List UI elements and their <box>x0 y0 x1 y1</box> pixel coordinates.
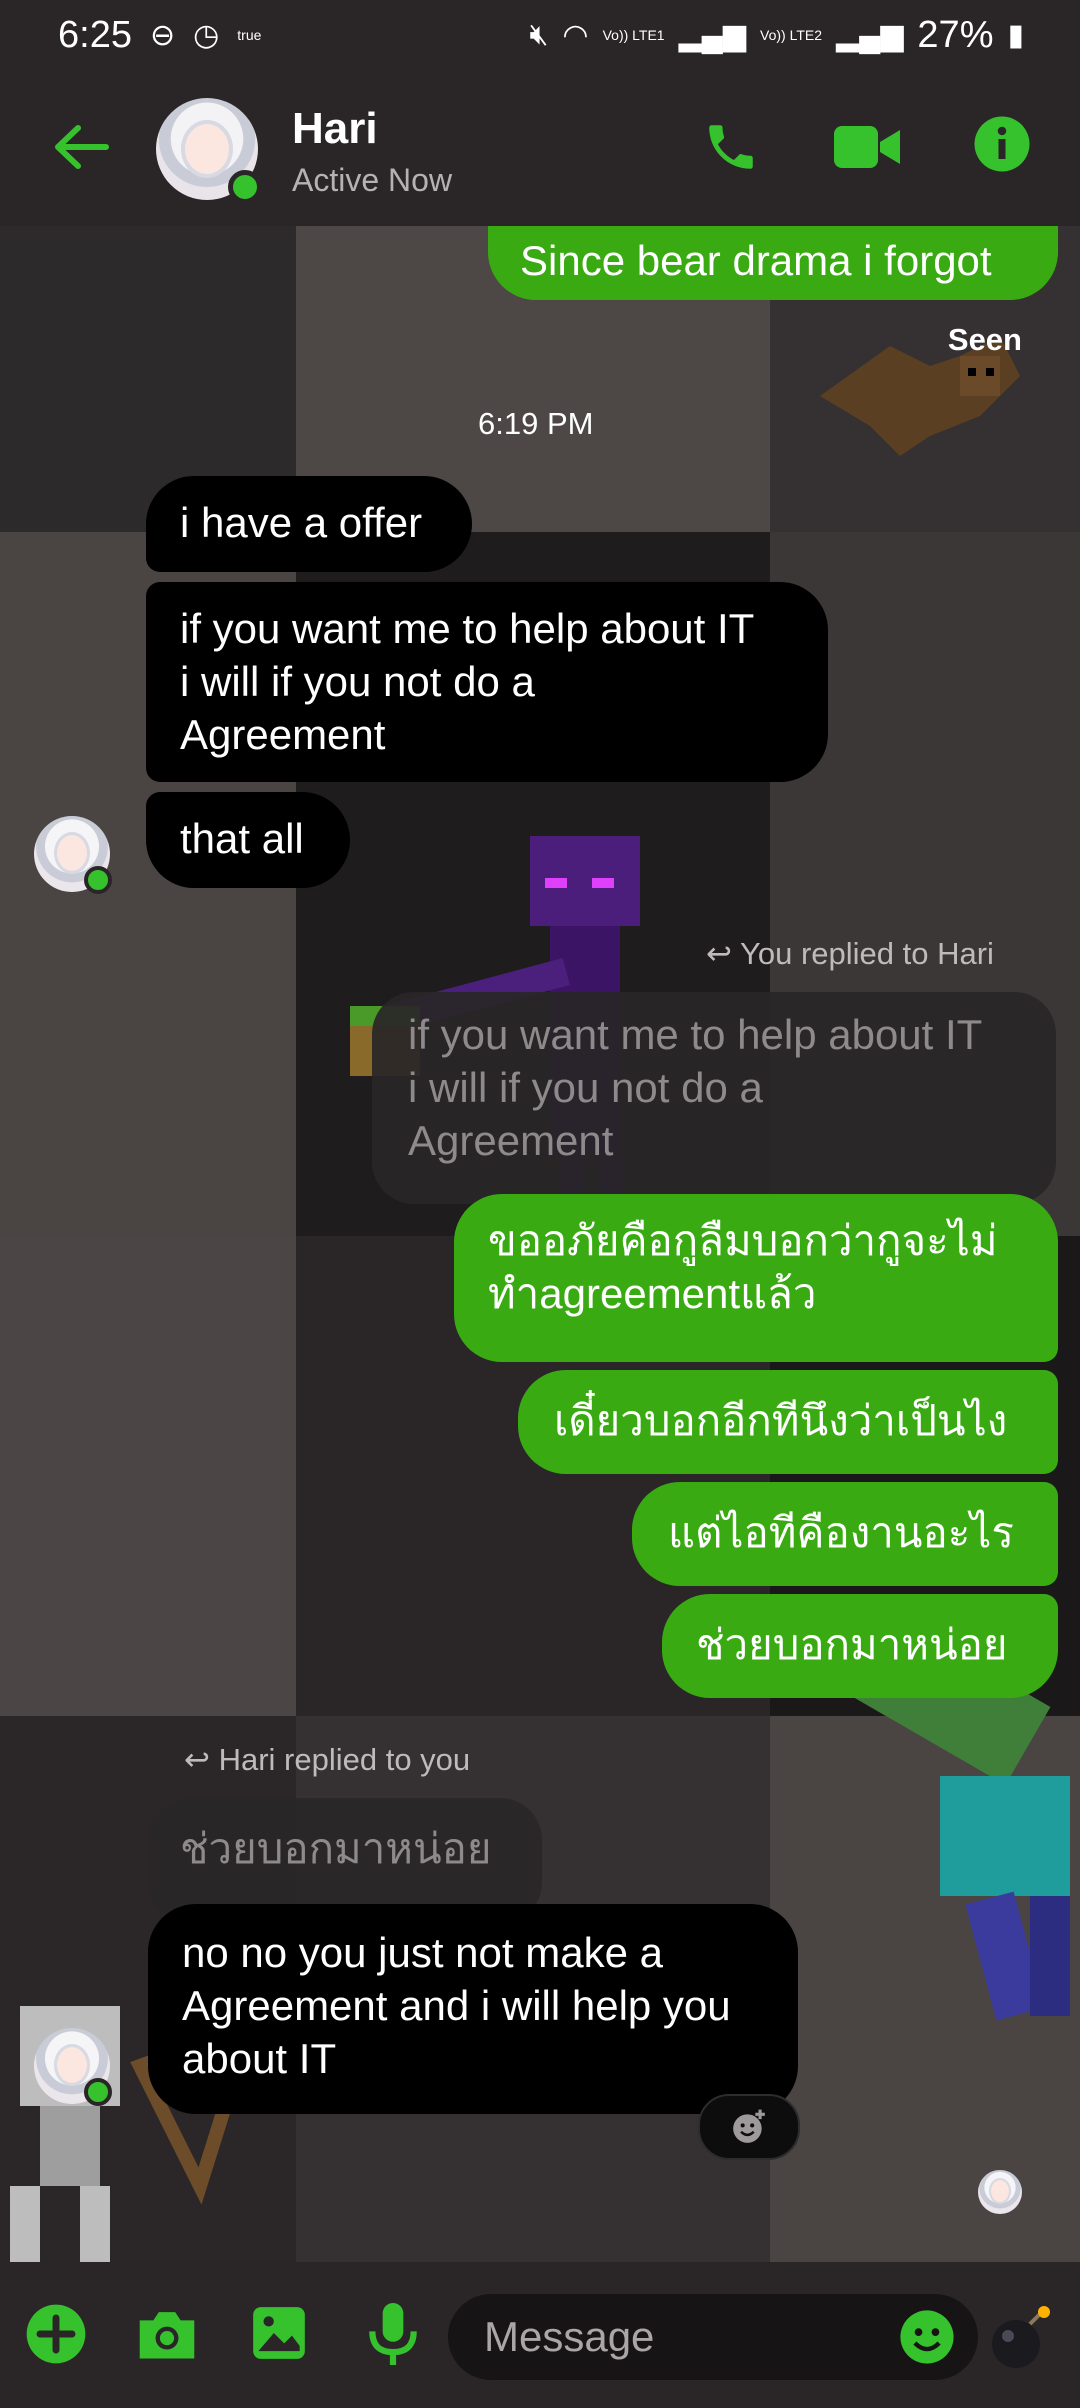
reply-icon: ↩ <box>706 936 741 971</box>
reply-meta-text: You replied to Hari <box>740 936 994 971</box>
message-incoming[interactable]: no no you just not make a Agreement and … <box>148 1904 798 2114</box>
phone-icon[interactable] <box>702 118 760 176</box>
message-incoming[interactable]: i have a offer <box>146 476 472 572</box>
contact-name[interactable]: Hari <box>292 104 378 154</box>
lte1-label: Vo)) LTE1 <box>602 27 665 43</box>
reply-icon: ↩ <box>184 1742 219 1777</box>
sync-icon: ◷ <box>193 18 220 52</box>
quoted-message[interactable]: if you want me to help about IT i will i… <box>372 992 1056 1204</box>
camera-icon[interactable] <box>134 2304 200 2364</box>
message-outgoing[interactable]: เดี๋ยวบอกอีกทีนึงว่าเป็นไง <box>518 1370 1058 1474</box>
sender-avatar[interactable] <box>34 2028 112 2106</box>
status-time: 6:25 <box>58 13 132 56</box>
online-indicator <box>228 170 262 204</box>
emoji-icon[interactable] <box>898 2308 956 2366</box>
mute-icon: 🔇︎ <box>529 18 549 51</box>
presence-status: Active Now <box>292 162 453 198</box>
sender-avatar[interactable] <box>34 816 112 894</box>
add-reaction-icon <box>733 2109 765 2143</box>
message-outgoing[interactable]: ขออภัยคือกูลืมบอกว่ากูจะไม่ ทำagreementแ… <box>454 1194 1058 1362</box>
contact-avatar[interactable] <box>156 98 262 204</box>
timestamp: 6:19 PM <box>478 406 594 441</box>
message-outgoing[interactable]: ช่วยบอกมาหน่อย <box>662 1594 1058 1698</box>
reply-meta-text: Hari replied to you <box>218 1742 471 1777</box>
plus-icon[interactable] <box>24 2302 88 2366</box>
dnd-icon: ⊖ <box>149 18 176 52</box>
status-bar: 6:25 ⊖ ◷ true 🔇︎ ◠ Vo)) LTE1 ▂▄▆ Vo)) LT… <box>0 0 1080 70</box>
signal-icon: ▂▄▆ <box>678 18 747 52</box>
battery-text: 27% <box>917 13 994 56</box>
zombie-sprite <box>849 1646 1070 2021</box>
image-icon[interactable] <box>248 2302 310 2364</box>
wifi-icon: ◠ <box>562 18 589 52</box>
signal2-icon: ▂▄▆ <box>836 18 904 52</box>
message-outgoing[interactable]: แต่ไอทีคืองานอะไร <box>632 1482 1058 1586</box>
wallpaper-tile <box>0 1236 296 1716</box>
battery-icon: ▮ <box>1007 18 1024 52</box>
reply-meta: ↩ Hari replied to you <box>184 1742 470 1778</box>
message-incoming[interactable]: if you want me to help about IT i will i… <box>146 582 828 782</box>
video-icon[interactable] <box>834 124 900 170</box>
chat-header: Hari Active Now <box>0 70 1080 226</box>
info-icon[interactable] <box>972 114 1032 174</box>
back-arrow-icon[interactable] <box>50 122 110 172</box>
message-incoming[interactable]: that all <box>146 792 350 888</box>
reply-meta: ↩ You replied to Hari <box>706 936 994 972</box>
bomb-icon[interactable] <box>988 2304 1056 2372</box>
add-reaction-button[interactable] <box>698 2094 800 2160</box>
seen-indicator: Seen <box>947 322 1022 357</box>
conversation-area[interactable]: Since bear drama i forgot Seen 6:19 PM i… <box>0 226 1080 2262</box>
carrier-icon: true <box>237 27 262 43</box>
mic-icon[interactable] <box>362 2300 424 2368</box>
read-receipt-avatar <box>978 2170 1022 2214</box>
composer-bar <box>0 2262 1080 2408</box>
message-outgoing[interactable]: Since bear drama i forgot <box>488 226 1058 300</box>
message-input[interactable] <box>482 2308 886 2366</box>
message-input-container[interactable] <box>448 2294 978 2380</box>
lte2-label: Vo)) LTE2 <box>760 27 823 43</box>
